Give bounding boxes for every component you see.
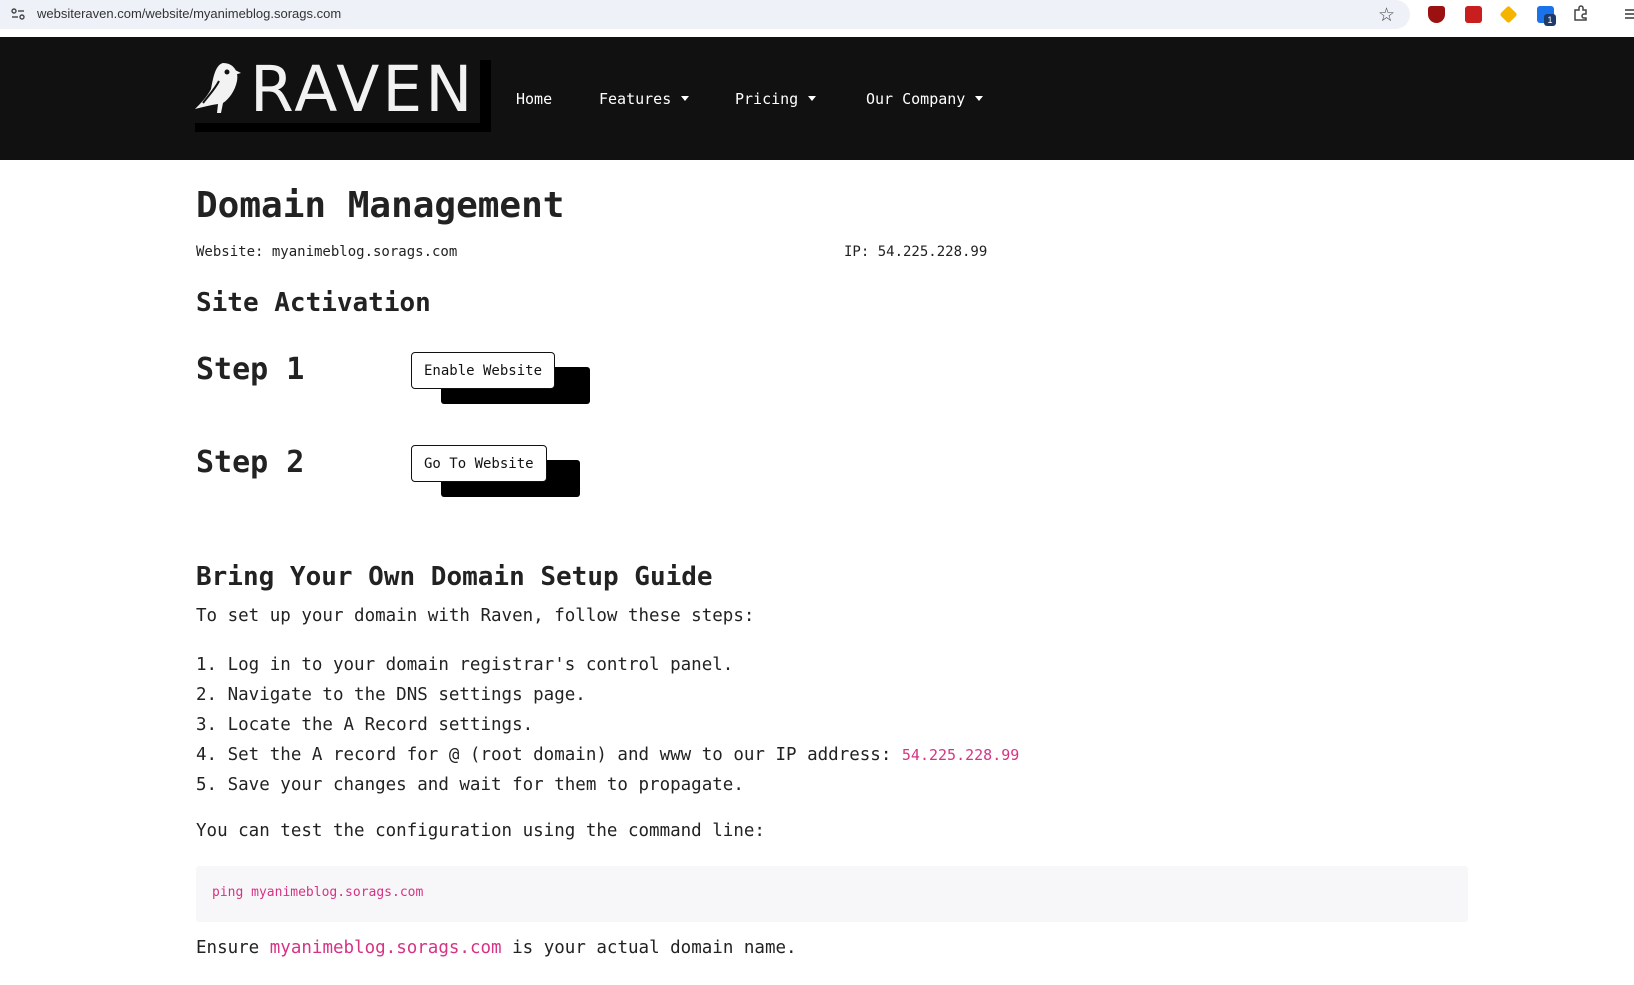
- nav-features-label: Features: [599, 90, 672, 108]
- test-instructions: You can test the configuration using the…: [196, 821, 765, 841]
- guide-step: 2. Navigate to the DNS settings page.: [196, 685, 586, 705]
- chevron-down-icon: [975, 96, 984, 101]
- nav-home[interactable]: Home: [516, 90, 552, 108]
- nav-pricing-label: Pricing: [735, 90, 799, 108]
- guide-title: Bring Your Own Domain Setup Guide: [196, 562, 713, 592]
- site-activation-title: Site Activation: [196, 288, 431, 318]
- ip-address-highlight: 54.225.228.99: [901, 746, 1020, 764]
- ublock-extension-icon[interactable]: [1428, 6, 1445, 23]
- extensions-puzzle-icon[interactable]: [1572, 5, 1589, 22]
- ensure-prefix: Ensure: [196, 938, 270, 958]
- ensure-suffix: is your actual domain name.: [501, 938, 797, 958]
- guide-steps-list: 1. Log in to your domain registrar's con…: [196, 655, 1019, 805]
- guide-step: 4. Set the A record for @ (root domain) …: [196, 745, 1019, 775]
- guide-step: 1. Log in to your domain registrar's con…: [196, 655, 734, 675]
- go-to-website-button[interactable]: Go To Website: [411, 445, 547, 482]
- site-info-icon[interactable]: [11, 7, 25, 21]
- url-text[interactable]: websiteraven.com/website/myanimeblog.sor…: [37, 6, 341, 21]
- step-1-label: Step 1: [196, 352, 305, 387]
- extension-badge: 1: [1544, 14, 1556, 26]
- red-extension-icon[interactable]: [1465, 6, 1482, 23]
- nav-our-company[interactable]: Our Company: [866, 90, 984, 108]
- guide-step-text: 4. Set the A record for @ (root domain) …: [196, 745, 902, 765]
- address-bar[interactable]: websiteraven.com/website/myanimeblog.sor…: [0, 0, 1410, 29]
- enable-website-button[interactable]: Enable Website: [411, 352, 556, 389]
- chevron-down-icon: [808, 96, 817, 101]
- step-2-label: Step 2: [196, 445, 305, 480]
- browser-toolbar: websiteraven.com/website/myanimeblog.sor…: [0, 0, 1634, 29]
- logo-text: RAVEN: [250, 53, 476, 126]
- ping-command[interactable]: ping myanimeblog.sorags.com: [212, 885, 423, 900]
- guide-step: 5. Save your changes and wait for them t…: [196, 775, 744, 795]
- tag-extension-icon[interactable]: [1499, 5, 1518, 24]
- ensure-note: Ensure myanimeblog.sorags.com is your ac…: [196, 938, 797, 958]
- guide-intro: To set up your domain with Raven, follow…: [196, 606, 755, 626]
- nav-features[interactable]: Features: [599, 90, 690, 108]
- nav-company-label: Our Company: [866, 90, 966, 108]
- raven-bird-icon: [195, 63, 241, 113]
- browser-menu-icon[interactable]: [1623, 5, 1634, 23]
- guide-step: 3. Locate the A Record settings.: [196, 715, 534, 735]
- bookmark-star-icon[interactable]: ☆: [1378, 4, 1395, 26]
- website-info: Website: myanimeblog.sorags.com: [196, 244, 458, 260]
- ip-info: IP: 54.225.228.99: [844, 244, 988, 260]
- chevron-down-icon: [681, 96, 690, 101]
- nav-pricing[interactable]: Pricing: [735, 90, 817, 108]
- command-code-block: ping myanimeblog.sorags.com: [196, 866, 1468, 922]
- site-header: RAVEN Home Features Pricing Our Company: [0, 37, 1634, 160]
- domain-highlight: myanimeblog.sorags.com: [269, 938, 502, 958]
- raven-logo[interactable]: RAVEN: [190, 53, 480, 126]
- page-title: Domain Management: [196, 185, 565, 226]
